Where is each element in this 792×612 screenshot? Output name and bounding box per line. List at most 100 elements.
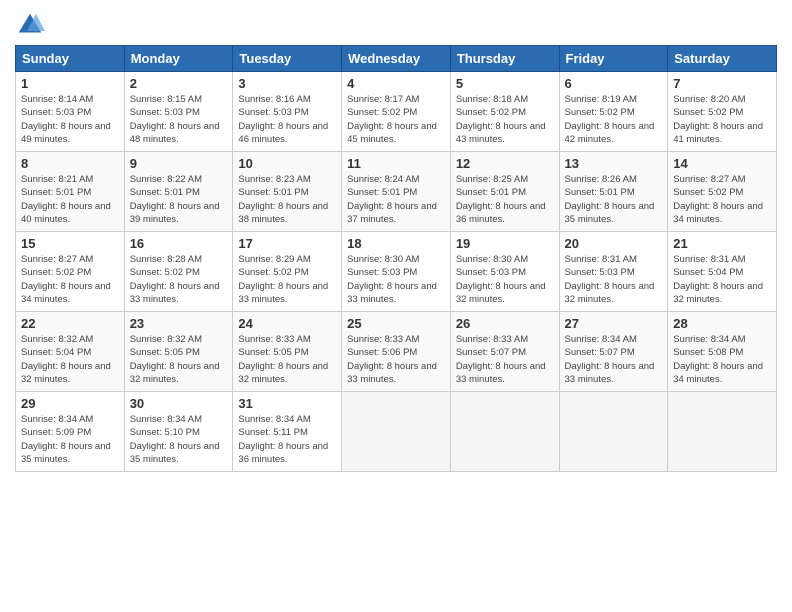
day-number: 8 [21,156,119,171]
day-number: 20 [565,236,663,251]
day-info: Sunrise: 8:31 AMSunset: 5:03 PMDaylight:… [565,253,663,306]
day-number: 25 [347,316,445,331]
day-number: 1 [21,76,119,91]
day-info: Sunrise: 8:30 AMSunset: 5:03 PMDaylight:… [347,253,445,306]
day-number: 24 [238,316,336,331]
week-row-1: 1 Sunrise: 8:14 AMSunset: 5:03 PMDaylight… [16,72,777,152]
day-cell: 28 Sunrise: 8:34 AMSunset: 5:08 PMDayligh… [668,312,777,392]
day-number: 17 [238,236,336,251]
day-info: Sunrise: 8:25 AMSunset: 5:01 PMDaylight:… [456,173,554,226]
day-cell: 3Sunrise: 8:16 AMSunset: 5:03 PMDaylight… [233,72,342,152]
calendar-table: SundayMondayTuesdayWednesdayThursdayFrid… [15,45,777,472]
day-info: Sunrise: 8:16 AMSunset: 5:03 PMDaylight:… [238,93,336,146]
day-number: 31 [238,396,336,411]
day-cell: 23Sunrise: 8:32 AMSunset: 5:05 PMDayligh… [124,312,233,392]
day-number: 7 [673,76,771,91]
day-number: 16 [130,236,228,251]
day-cell: 8 Sunrise: 8:21 AMSunset: 5:01 PMDaylight… [16,152,125,232]
day-cell: 19 Sunrise: 8:30 AMSunset: 5:03 PMDayligh… [450,232,559,312]
day-info: Sunrise: 8:23 AMSunset: 5:01 PMDaylight:… [238,173,336,226]
col-header-friday: Friday [559,46,668,72]
day-info: Sunrise: 8:21 AMSunset: 5:01 PMDaylight:… [21,173,119,226]
col-header-monday: Monday [124,46,233,72]
day-number: 15 [21,236,119,251]
day-cell: 15Sunrise: 8:27 AMSunset: 5:02 PMDayligh… [16,232,125,312]
day-info: Sunrise: 8:31 AMSunset: 5:04 PMDaylight:… [673,253,771,306]
column-headers: SundayMondayTuesdayWednesdayThursdayFrid… [16,46,777,72]
day-number: 29 [21,396,119,411]
day-cell [559,392,668,472]
logo-icon [15,10,45,40]
day-cell: 25Sunrise: 8:33 AMSunset: 5:06 PMDayligh… [342,312,451,392]
day-cell: 2 Sunrise: 8:15 AMSunset: 5:03 PMDaylight… [124,72,233,152]
day-cell: 30 Sunrise: 8:34 AMSunset: 5:10 PMDayligh… [124,392,233,472]
day-number: 23 [130,316,228,331]
day-info: Sunrise: 8:30 AMSunset: 5:03 PMDaylight:… [456,253,554,306]
day-cell: 10 Sunrise: 8:23 AMSunset: 5:01 PMDayligh… [233,152,342,232]
day-info: Sunrise: 8:33 AMSunset: 5:05 PMDaylight:… [238,333,336,386]
day-cell [342,392,451,472]
day-info: Sunrise: 8:33 AMSunset: 5:07 PMDaylight:… [456,333,554,386]
week-row-2: 8 Sunrise: 8:21 AMSunset: 5:01 PMDaylight… [16,152,777,232]
col-header-sunday: Sunday [16,46,125,72]
day-number: 5 [456,76,554,91]
day-number: 4 [347,76,445,91]
day-cell: 26 Sunrise: 8:33 AMSunset: 5:07 PMDayligh… [450,312,559,392]
day-info: Sunrise: 8:28 AMSunset: 5:02 PMDaylight:… [130,253,228,306]
day-cell: 17 Sunrise: 8:29 AMSunset: 5:02 PMDayligh… [233,232,342,312]
day-cell: 7 Sunrise: 8:20 AMSunset: 5:02 PMDaylight… [668,72,777,152]
day-info: Sunrise: 8:34 AMSunset: 5:10 PMDaylight:… [130,413,228,466]
day-number: 26 [456,316,554,331]
day-cell: 27Sunrise: 8:34 AMSunset: 5:07 PMDayligh… [559,312,668,392]
day-cell: 5Sunrise: 8:18 AMSunset: 5:02 PMDaylight… [450,72,559,152]
day-info: Sunrise: 8:34 AMSunset: 5:11 PMDaylight:… [238,413,336,466]
day-cell: 13Sunrise: 8:26 AMSunset: 5:01 PMDayligh… [559,152,668,232]
day-info: Sunrise: 8:19 AMSunset: 5:02 PMDaylight:… [565,93,663,146]
day-number: 18 [347,236,445,251]
day-cell: 24 Sunrise: 8:33 AMSunset: 5:05 PMDayligh… [233,312,342,392]
day-info: Sunrise: 8:32 AMSunset: 5:04 PMDaylight:… [21,333,119,386]
day-cell: 22 Sunrise: 8:32 AMSunset: 5:04 PMDayligh… [16,312,125,392]
day-number: 14 [673,156,771,171]
day-info: Sunrise: 8:20 AMSunset: 5:02 PMDaylight:… [673,93,771,146]
day-cell: 16 Sunrise: 8:28 AMSunset: 5:02 PMDayligh… [124,232,233,312]
day-info: Sunrise: 8:27 AMSunset: 5:02 PMDaylight:… [673,173,771,226]
day-cell: 4 Sunrise: 8:17 AMSunset: 5:02 PMDaylight… [342,72,451,152]
day-info: Sunrise: 8:34 AMSunset: 5:07 PMDaylight:… [565,333,663,386]
day-cell: 1 Sunrise: 8:14 AMSunset: 5:03 PMDaylight… [16,72,125,152]
header [15,10,777,40]
day-cell: 12 Sunrise: 8:25 AMSunset: 5:01 PMDayligh… [450,152,559,232]
day-info: Sunrise: 8:24 AMSunset: 5:01 PMDaylight:… [347,173,445,226]
day-number: 9 [130,156,228,171]
day-info: Sunrise: 8:14 AMSunset: 5:03 PMDaylight:… [21,93,119,146]
col-header-saturday: Saturday [668,46,777,72]
day-cell: 29Sunrise: 8:34 AMSunset: 5:09 PMDayligh… [16,392,125,472]
day-number: 12 [456,156,554,171]
day-info: Sunrise: 8:17 AMSunset: 5:02 PMDaylight:… [347,93,445,146]
day-cell: 14 Sunrise: 8:27 AMSunset: 5:02 PMDayligh… [668,152,777,232]
day-cell [668,392,777,472]
day-info: Sunrise: 8:34 AMSunset: 5:08 PMDaylight:… [673,333,771,386]
day-cell: 11 Sunrise: 8:24 AMSunset: 5:01 PMDayligh… [342,152,451,232]
day-number: 28 [673,316,771,331]
day-info: Sunrise: 8:26 AMSunset: 5:01 PMDaylight:… [565,173,663,226]
day-cell: 20 Sunrise: 8:31 AMSunset: 5:03 PMDayligh… [559,232,668,312]
day-cell: 18 Sunrise: 8:30 AMSunset: 5:03 PMDayligh… [342,232,451,312]
day-number: 19 [456,236,554,251]
day-number: 10 [238,156,336,171]
day-number: 2 [130,76,228,91]
day-cell: 31 Sunrise: 8:34 AMSunset: 5:11 PMDayligh… [233,392,342,472]
day-number: 11 [347,156,445,171]
week-row-4: 22 Sunrise: 8:32 AMSunset: 5:04 PMDayligh… [16,312,777,392]
col-header-tuesday: Tuesday [233,46,342,72]
day-info: Sunrise: 8:29 AMSunset: 5:02 PMDaylight:… [238,253,336,306]
day-info: Sunrise: 8:15 AMSunset: 5:03 PMDaylight:… [130,93,228,146]
day-number: 21 [673,236,771,251]
day-cell [450,392,559,472]
col-header-wednesday: Wednesday [342,46,451,72]
day-number: 6 [565,76,663,91]
col-header-thursday: Thursday [450,46,559,72]
day-cell: 6 Sunrise: 8:19 AMSunset: 5:02 PMDaylight… [559,72,668,152]
day-number: 30 [130,396,228,411]
day-number: 22 [21,316,119,331]
